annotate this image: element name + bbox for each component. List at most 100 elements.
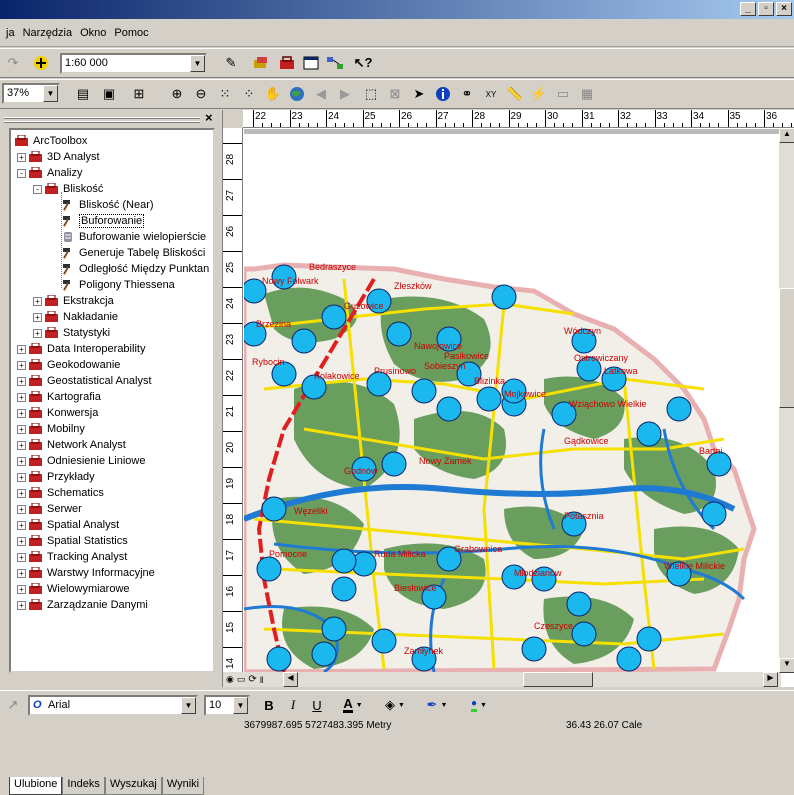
- expand-icon[interactable]: +: [17, 392, 26, 402]
- expand-icon[interactable]: +: [17, 344, 26, 354]
- expand-icon[interactable]: +: [17, 408, 26, 418]
- html-popup-icon[interactable]: ▭: [552, 83, 574, 105]
- layout-view-icon[interactable]: ▭: [237, 674, 246, 685]
- font-name-select[interactable]: O Arial ▼: [28, 695, 198, 716]
- tree-item[interactable]: + Statystyki: [33, 325, 110, 341]
- expand-icon[interactable]: +: [17, 568, 26, 578]
- map-scale-select[interactable]: 1:60 000 ▼: [60, 53, 207, 74]
- editor-pencil-icon[interactable]: ✎: [220, 52, 242, 74]
- maximize-button[interactable]: ▫: [758, 2, 774, 16]
- tree-item[interactable]: + Wielowymiarowe: [17, 581, 130, 597]
- expand-icon[interactable]: +: [33, 312, 42, 322]
- layout-view[interactable]: 22 23 24 25 26 27 28 29 30 31 32 33 34 35 36 28 27 26 25 2…: [222, 110, 794, 687]
- vertical-scrollbar[interactable]: ▲ ▼: [779, 128, 794, 673]
- redo-icon[interactable]: ↷: [2, 52, 24, 74]
- tab-wyszukaj[interactable]: Wyszukaj: [104, 777, 162, 795]
- expand-icon[interactable]: +: [33, 296, 42, 306]
- tree-item[interactable]: Poligony Thiessena: [49, 277, 175, 293]
- expand-icon[interactable]: +: [17, 440, 26, 450]
- tree-item[interactable]: +3D Analyst: [17, 149, 100, 165]
- scroll-down-button[interactable]: ▼: [779, 658, 794, 673]
- close-button[interactable]: ×: [776, 2, 792, 16]
- minimize-button[interactable]: _: [740, 2, 756, 16]
- tree-item[interactable]: + Zarządzanie Danymi: [17, 597, 148, 613]
- tab-indeks[interactable]: Indeks: [62, 777, 105, 795]
- bold-button[interactable]: B: [258, 694, 280, 716]
- back-arrow-icon[interactable]: ◀: [310, 83, 332, 105]
- tree-item[interactable]: + Kartografia: [17, 389, 101, 405]
- collapse-icon[interactable]: -: [17, 168, 26, 178]
- toolbox-icon[interactable]: [276, 52, 298, 74]
- expand-icon[interactable]: +: [17, 600, 26, 610]
- expand-icon[interactable]: +: [17, 152, 26, 162]
- time-slider-icon[interactable]: ▦: [576, 83, 598, 105]
- tree-item[interactable]: + Spatial Analyst: [17, 517, 119, 533]
- menu-item-pomoc[interactable]: Pomoc: [110, 25, 152, 41]
- expand-icon[interactable]: +: [17, 456, 26, 466]
- tree-item[interactable]: + Odniesienie Liniowe: [17, 453, 145, 469]
- expand-icon[interactable]: +: [17, 552, 26, 562]
- forward-arrow-icon[interactable]: ▶: [334, 83, 356, 105]
- map-canvas[interactable]: Nowy Folwark Bedraszyce Zleszków Guzowice Br…: [244, 129, 779, 672]
- whats-this-help-icon[interactable]: ↖?: [352, 52, 374, 74]
- marker-color-button[interactable]: ● ▼: [462, 694, 496, 716]
- font-color-button[interactable]: A ▼: [336, 694, 370, 716]
- italic-button[interactable]: I: [282, 694, 304, 716]
- expand-icon[interactable]: +: [17, 584, 26, 594]
- tree-item[interactable]: Bliskość (Near): [49, 197, 154, 213]
- expand-icon[interactable]: +: [17, 472, 26, 482]
- draw-pointer-icon[interactable]: ↗: [2, 694, 24, 716]
- tree-item[interactable]: Odległość Między Punktan: [49, 261, 209, 277]
- tree-item[interactable]: Buforowanie wielopierście: [49, 229, 206, 245]
- tree-item[interactable]: + Przykłady: [17, 469, 95, 485]
- layout-zoom-select[interactable]: 37% ▼: [2, 83, 60, 104]
- scroll-up-button[interactable]: ▲: [779, 128, 794, 143]
- chevron-down-icon[interactable]: ▼: [233, 697, 248, 714]
- data-view-icon[interactable]: ◉: [226, 674, 234, 685]
- tree-item[interactable]: + Network Analyst: [17, 437, 126, 453]
- select-elements-icon[interactable]: ➤: [408, 83, 430, 105]
- expand-icon[interactable]: +: [17, 536, 26, 546]
- clear-selection-icon[interactable]: ⊠: [384, 83, 406, 105]
- tree-item[interactable]: + Konwersja: [17, 405, 98, 421]
- full-extent-icon[interactable]: [286, 83, 308, 105]
- scroll-right-button[interactable]: ▶: [763, 672, 778, 687]
- toggle-draft-icon[interactable]: ▤: [72, 83, 94, 105]
- fill-color-button[interactable]: ◈ ▼: [378, 694, 412, 716]
- expand-icon[interactable]: +: [17, 424, 26, 434]
- fixed-zoom-in-icon[interactable]: ⁙: [214, 83, 236, 105]
- underline-button[interactable]: U: [306, 694, 328, 716]
- menu-item-narzedzia[interactable]: Narzędzia: [19, 25, 77, 41]
- close-panel-icon[interactable]: ×: [205, 110, 213, 125]
- tree-item[interactable]: + Schematics: [17, 485, 104, 501]
- zoom-out-icon[interactable]: ⊖: [190, 83, 212, 105]
- tree-item[interactable]: + Spatial Statistics: [17, 533, 128, 549]
- change-layout-icon[interactable]: ⊞: [128, 83, 150, 105]
- model-builder-icon[interactable]: [324, 52, 346, 74]
- menu-item-ja[interactable]: ja: [2, 25, 19, 41]
- tree-item[interactable]: + Warstwy Informacyjne: [17, 565, 155, 581]
- select-features-icon[interactable]: ⬚: [360, 83, 382, 105]
- refresh-icon[interactable]: ⟳: [248, 674, 256, 685]
- zoom-in-icon[interactable]: ⊕: [166, 83, 188, 105]
- chevron-down-icon[interactable]: ▼: [181, 697, 196, 714]
- horizontal-scrollbar[interactable]: ◉ ▭ ⟳ ‖ ◀ ▶: [223, 672, 781, 687]
- expand-icon[interactable]: +: [33, 328, 42, 338]
- fixed-zoom-out-icon[interactable]: ⁘: [238, 83, 260, 105]
- tree-item[interactable]: Buforowanie: [49, 213, 145, 229]
- add-data-icon[interactable]: [30, 52, 52, 74]
- tree-item[interactable]: + Nakładanie: [33, 309, 118, 325]
- pause-icon[interactable]: ‖: [260, 675, 264, 685]
- chevron-down-icon[interactable]: ▼: [190, 55, 205, 72]
- expand-icon[interactable]: +: [17, 488, 26, 498]
- toolbox-tree[interactable]: ArcToolbox +3D Analyst - Analizy - Bliskość B…: [9, 128, 215, 673]
- measure-icon[interactable]: 📏: [504, 83, 526, 105]
- chevron-down-icon[interactable]: ▼: [43, 85, 58, 102]
- expand-icon[interactable]: +: [17, 504, 26, 514]
- line-color-button[interactable]: ✒ ▼: [420, 694, 454, 716]
- expand-icon[interactable]: +: [17, 360, 26, 370]
- pan-hand-icon[interactable]: ✋: [262, 83, 284, 105]
- tree-item[interactable]: - Analizy: [17, 165, 82, 181]
- font-size-select[interactable]: 10 ▼: [204, 695, 250, 716]
- hyperlink-icon[interactable]: ⚡: [528, 83, 550, 105]
